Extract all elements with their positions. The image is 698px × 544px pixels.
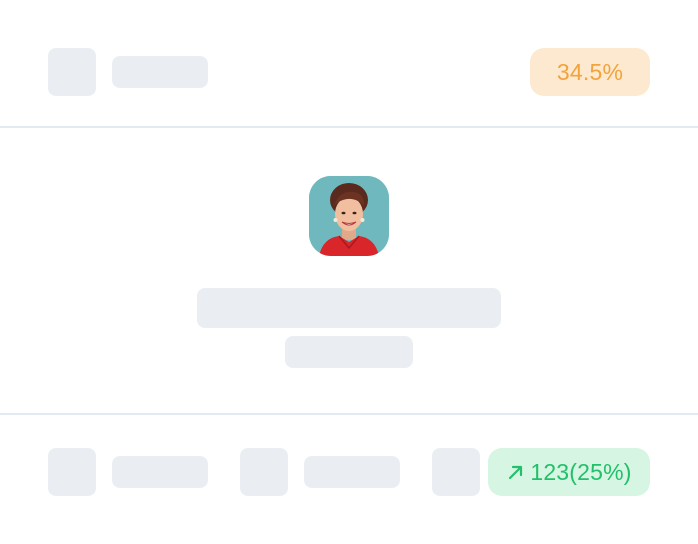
stat-1-label-placeholder [112, 456, 208, 488]
top-divider [0, 126, 698, 128]
header-title-placeholder [112, 56, 208, 88]
portrait-avatar-icon [309, 176, 389, 256]
stat-2-icon-placeholder [240, 448, 288, 496]
subtitle-placeholder [285, 336, 413, 368]
arrow-up-right-icon [506, 462, 526, 482]
stat-1-icon-placeholder [48, 448, 96, 496]
growth-badge-label: 123(25%) [530, 458, 632, 485]
header-icon-placeholder [48, 48, 96, 96]
bottom-divider [0, 413, 698, 415]
stat-3-icon-placeholder [432, 448, 480, 496]
name-placeholder [197, 288, 501, 328]
percent-badge: 34.5% [530, 48, 650, 96]
percent-badge-label: 34.5% [556, 58, 624, 85]
stats-card: 34.5% 123(25%) [0, 0, 698, 544]
stat-2-label-placeholder [304, 456, 400, 488]
growth-badge: 123(25%) [488, 448, 650, 496]
avatar [309, 176, 389, 256]
